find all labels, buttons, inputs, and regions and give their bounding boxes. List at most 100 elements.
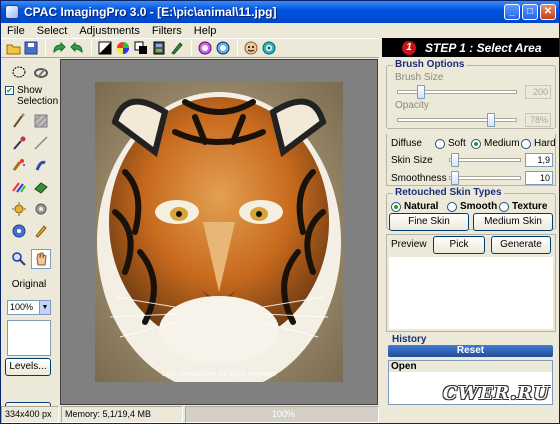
toolbar-separator [191,40,192,56]
menu-select[interactable]: Select [31,25,74,37]
menu-file[interactable]: File [1,25,31,37]
history-item[interactable]: Open [389,361,552,372]
brush-select-icon[interactable] [31,63,51,83]
brush-size-label: Brush Size [395,72,444,83]
clone-icon[interactable] [9,221,29,241]
face-icon[interactable] [243,40,259,56]
tool-panel: ✔ Show Selection Original 100% ▼ Levels.… [1,59,59,406]
opacity-thumb[interactable] [487,113,495,127]
image-size-status: 334x400 px [1,406,59,423]
spray-icon[interactable] [9,155,29,175]
color-a-icon[interactable] [197,40,213,56]
checkbox-checked-icon: ✔ [5,86,14,95]
brush-size-value[interactable]: 200 [525,85,551,99]
close-button[interactable]: ✕ [540,4,556,20]
maximize-button[interactable]: □ [522,4,538,20]
eraser-icon[interactable] [31,177,51,197]
minimize-button[interactable]: _ [504,4,520,20]
gear-icon[interactable] [31,199,51,219]
contrast-icon[interactable] [97,40,113,56]
menu-filters[interactable]: Filters [146,25,188,37]
step-header: 1 STEP 1 : Select Area [382,38,559,57]
smooth-radio[interactable]: Smooth [447,201,497,212]
natural-radio[interactable]: Natural [391,201,438,212]
color-b-icon[interactable] [215,40,231,56]
dropper-icon[interactable] [9,133,29,153]
reset-button[interactable]: Reset [388,345,553,357]
hand-icon[interactable] [31,249,51,269]
texture-label: Texture [512,201,548,212]
pattern-icon[interactable] [31,111,51,131]
color-wheel-icon[interactable] [115,40,131,56]
memory-status: Memory: 5,1/19,4 MB [61,406,183,423]
opacity-value[interactable]: 78% [525,113,551,127]
magnifier-icon[interactable] [9,249,29,269]
preview-label: Preview [391,239,427,250]
brush-options-group: Brush Options Brush Size 200 Opacity 78% [386,59,556,129]
title-bar[interactable]: CPAC ImagingPro 3.0 - [E:\pic\animal\11.… [1,1,559,23]
zoom-value: 100% [10,302,34,312]
diffuse-label: Diffuse [391,138,422,149]
show-selection-checkbox[interactable]: ✔ Show Selection [5,85,58,107]
target-icon[interactable] [261,40,277,56]
original-button[interactable]: Original [5,276,53,294]
smudge-icon[interactable] [31,155,51,175]
retouched-skin-title: Retouched Skin Types [393,187,504,198]
tiger-photo [95,82,343,382]
opacity-slider[interactable] [397,118,517,122]
toolbar-separator [91,40,92,56]
sun-icon[interactable] [9,199,29,219]
skin-size-label: Skin Size [391,155,433,166]
smoothness-thumb[interactable] [451,171,459,185]
progress-status: 100% [185,406,379,423]
line-icon[interactable] [31,133,51,153]
layers-icon[interactable] [133,40,149,56]
skin-size-thumb[interactable] [451,153,459,167]
texture-radio[interactable]: Texture [499,201,547,212]
thumbnail-preview [7,320,51,356]
chevron-down-icon[interactable]: ▼ [39,301,50,314]
menu-help[interactable]: Help [188,25,223,37]
generate-button[interactable]: Generate [491,236,551,254]
lasso-select-icon[interactable] [9,63,29,83]
photo-credit: Cory Christensen. All rights reserved. [161,371,277,378]
toolbar-separator [45,40,46,56]
diffuse-medium-label: Medium [484,138,520,149]
history-title: History [392,334,427,345]
open-icon[interactable] [5,40,21,56]
diffuse-soft-radio[interactable]: Soft [435,138,466,149]
smoothness-slider[interactable] [449,176,521,180]
history-list: Open CWER.RU [388,360,553,405]
preview-panel: Preview Pick Generate [386,234,556,332]
step-title: STEP 1 : Select Area [425,40,542,55]
paintbrush-icon[interactable] [9,111,29,131]
smoothness-value[interactable]: 10 [525,171,553,185]
medium-skin-button[interactable]: Medium Skin [473,213,553,231]
redo-icon[interactable] [51,40,67,56]
skin-size-slider[interactable] [449,158,521,162]
brush-size-thumb[interactable] [417,85,425,99]
fine-skin-button[interactable]: Fine Skin [389,213,469,231]
diffuse-hard-radio[interactable]: Hard [521,138,556,149]
filmstrip-icon[interactable] [151,40,167,56]
pen-icon[interactable] [169,40,185,56]
pencil-icon[interactable] [31,221,51,241]
radio-selected-icon [471,138,481,149]
menu-bar: File Select Adjustments Filters Help [1,23,559,38]
menu-adjustments[interactable]: Adjustments [73,25,146,37]
zoom-select[interactable]: 100% ▼ [7,300,51,315]
diffuse-medium-radio[interactable]: Medium [471,138,520,149]
canvas-area[interactable]: Cory Christensen. All rights reserved. [60,59,378,405]
site-watermark-logo: CWER.RU [442,383,550,404]
radio-icon [447,201,457,212]
radio-icon [435,138,445,149]
tools-sidebar: 1 STEP 1 : Select Area Brush Options Bru… [382,38,559,405]
tiger-image[interactable]: Cory Christensen. All rights reserved. [95,82,343,382]
undo-icon[interactable] [69,40,85,56]
brush-size-slider[interactable] [397,90,517,94]
levels-button[interactable]: Levels... [5,358,51,376]
skin-size-value[interactable]: 1,9 [525,153,553,167]
color-brush-icon[interactable] [9,177,29,197]
pick-button[interactable]: Pick [433,236,485,254]
save-icon[interactable] [23,40,39,56]
